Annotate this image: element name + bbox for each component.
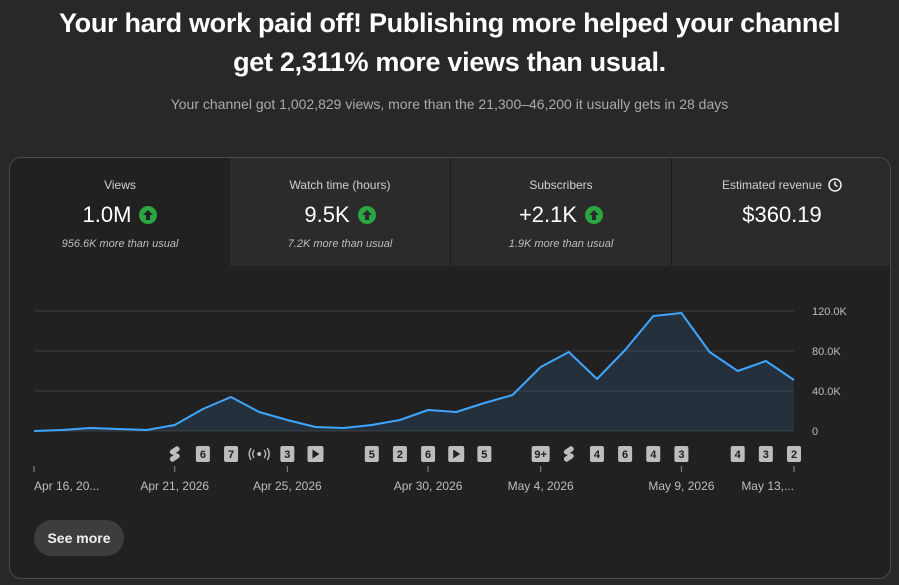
video-count-label: 7 <box>228 449 234 461</box>
metric-value-row: +2.1K <box>451 201 671 229</box>
video-count-label: 5 <box>369 449 375 461</box>
video-count-label: 9+ <box>534 449 547 461</box>
metric-tab-watch-time[interactable]: Watch time (hours) 9.5K 7.2K more than u… <box>230 158 450 266</box>
metric-value: $360.19 <box>742 202 822 227</box>
analytics-card: Views 1.0M 956.6K more than usual Watch … <box>9 157 891 579</box>
metric-label-row: Estimated revenue <box>672 177 890 193</box>
arrow-up-icon <box>357 206 376 224</box>
x-tick-label: May 9, 2026 <box>648 479 714 493</box>
y-tick-label: 40.0K <box>812 386 841 398</box>
video-count-label: 4 <box>594 449 601 461</box>
y-tick-label: 80.0K <box>812 346 841 358</box>
metric-value: +2.1K <box>518 202 578 227</box>
y-tick-label: 120.0K <box>812 306 848 318</box>
metric-value-row: 1.0M <box>10 201 230 229</box>
video-icon <box>448 446 465 462</box>
series-area <box>34 313 794 431</box>
metric-value: 1.0M <box>82 202 132 227</box>
see-more-button[interactable]: See more <box>34 520 124 556</box>
metric-label: Views <box>104 178 136 192</box>
video-count-label: 3 <box>678 449 684 461</box>
x-tick-label: Apr 30, 2026 <box>394 479 463 493</box>
x-tick-label: Apr 16, 20... <box>34 479 99 493</box>
views-chart: 0 40.0K 80.0K 120.0K 6 7 3 5 2 6 5 9+ 4 6 4 3 4 3 2 Apr 16,… <box>33 306 848 493</box>
video-count-label: 2 <box>397 449 403 461</box>
y-tick-label: 0 <box>812 426 818 438</box>
video-count-label: 6 <box>200 449 206 461</box>
metric-note: 7.2K more than usual <box>287 238 393 250</box>
subheadline: Your channel got 1,002,829 views, more t… <box>170 96 729 112</box>
x-tick-label: Apr 21, 2026 <box>140 479 209 493</box>
metric-note: 1.9K more than usual <box>508 238 614 250</box>
clock-icon[interactable] <box>828 178 842 192</box>
metric-tabs: Views 1.0M 956.6K more than usual Watch … <box>10 158 890 266</box>
metric-value-row: 9.5K <box>230 201 450 229</box>
shorts-icon <box>169 446 180 462</box>
video-count-label: 6 <box>425 449 431 461</box>
shorts-icon <box>563 446 574 462</box>
x-tick-label: Apr 25, 2026 <box>253 479 322 493</box>
metric-label: Subscribers <box>529 178 593 192</box>
headline-line-2: get 2,311% more views than usual. <box>233 47 666 77</box>
metric-tab-subscribers[interactable]: Subscribers +2.1K 1.9K more than usual <box>450 158 671 266</box>
metric-tab-views[interactable]: Views 1.0M 956.6K more than usual <box>10 158 230 266</box>
video-count-label: 3 <box>284 449 290 461</box>
metric-tab-revenue[interactable]: Estimated revenue $360.19 <box>671 158 890 266</box>
video-count-label: 2 <box>791 449 797 461</box>
metric-label: Watch time (hours) <box>289 178 391 192</box>
video-count-label: 5 <box>481 449 487 461</box>
video-icon <box>307 446 324 462</box>
headline-line-1: Your hard work paid off! Publishing more… <box>58 8 841 38</box>
metric-value: 9.5K <box>304 202 350 227</box>
video-count-label: 3 <box>763 449 769 461</box>
x-tick-label: May 13,... <box>741 479 794 493</box>
headline: Your hard work paid off! Publishing more… <box>0 4 899 82</box>
video-count-label: 6 <box>622 449 628 461</box>
metric-label: Estimated revenue <box>721 178 823 192</box>
arrow-up-icon <box>139 206 158 224</box>
video-count-label: 4 <box>735 449 742 461</box>
metric-value-row: $360.19 <box>672 201 890 229</box>
video-count-label: 4 <box>650 449 657 461</box>
live-icon <box>248 447 270 461</box>
x-tick-label: May 4, 2026 <box>508 479 574 493</box>
arrow-up-icon <box>585 206 604 224</box>
metric-note: 956.6K more than usual <box>61 238 179 250</box>
